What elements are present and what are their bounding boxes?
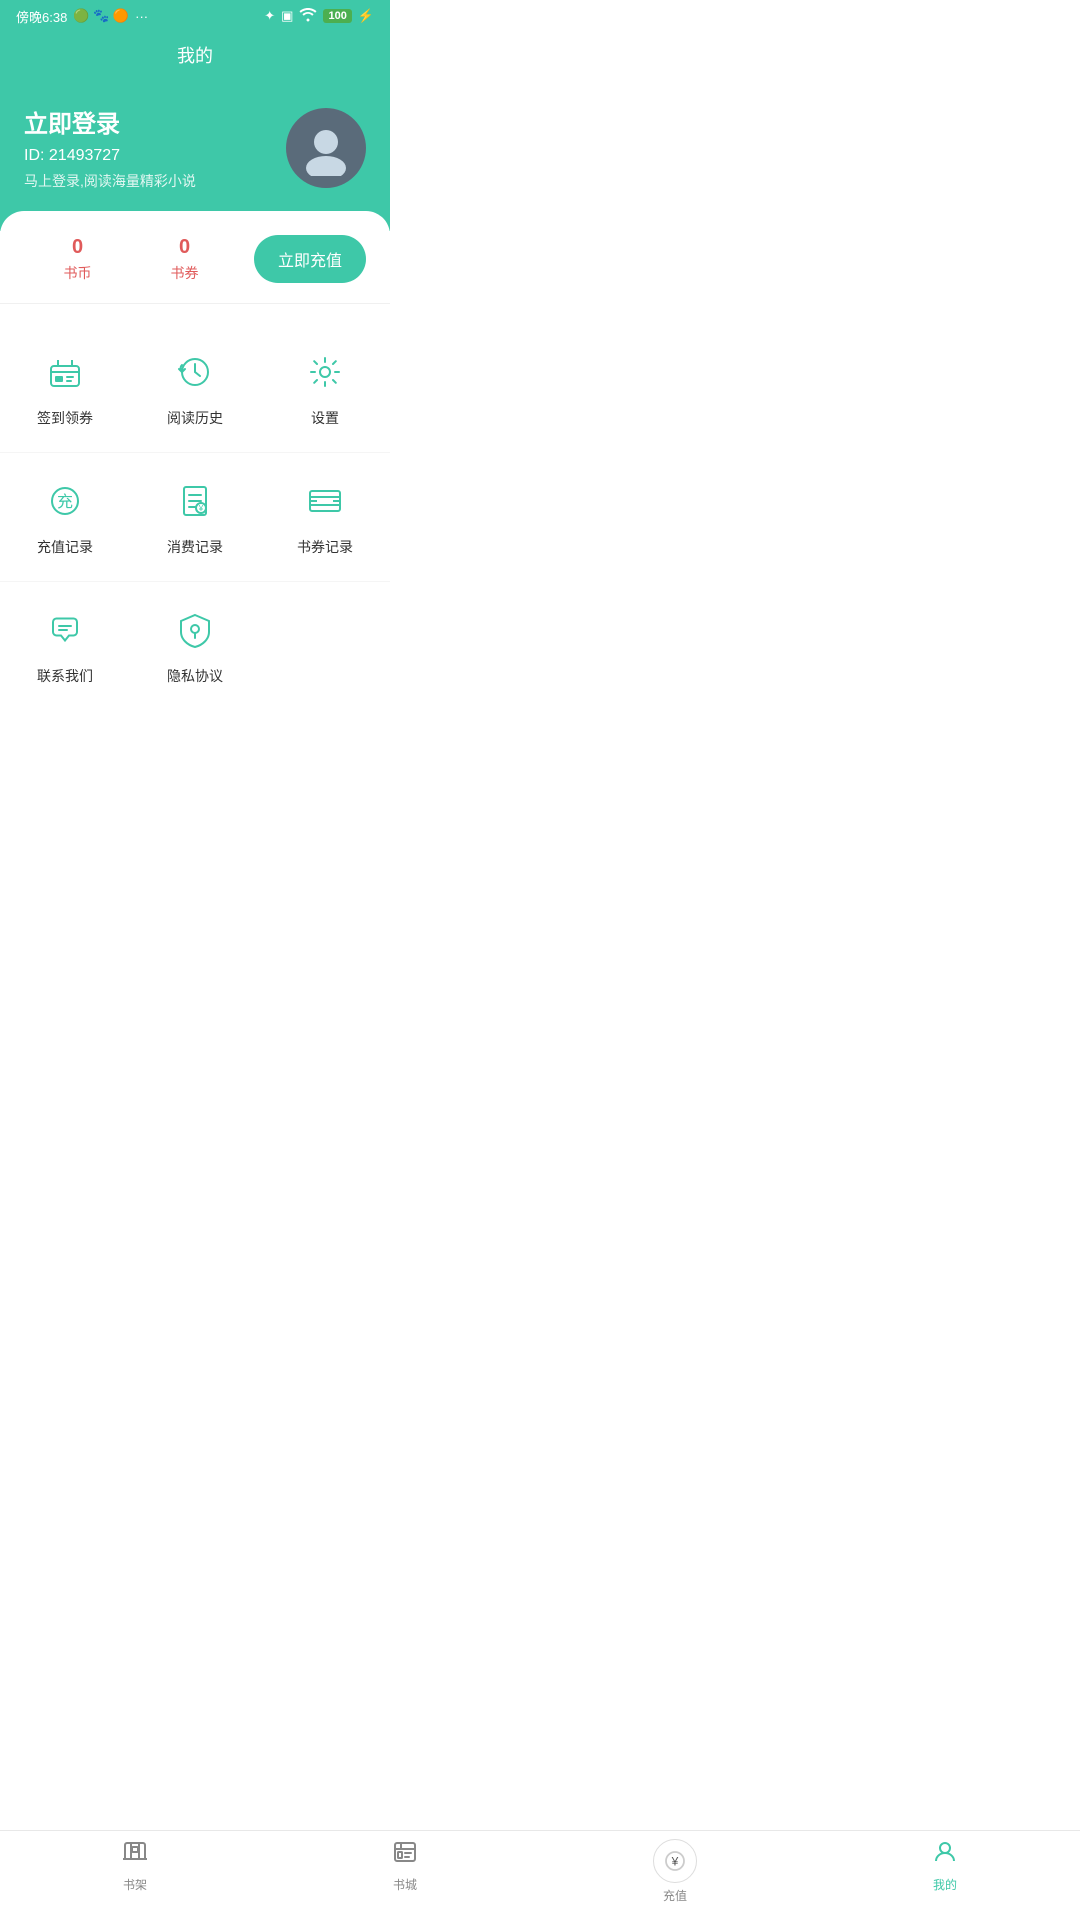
- menu-item-history[interactable]: 阅读历史: [130, 340, 260, 436]
- menu-item-recharge-history[interactable]: 充 充值记录: [0, 469, 130, 565]
- history-label: 阅读历史: [167, 408, 223, 428]
- voucher-history-icon: [301, 477, 349, 525]
- profile-section[interactable]: 立即登录 ID: 21493727 马上登录,阅读海量精彩小说: [0, 88, 390, 231]
- bluetooth-icon: ✦: [264, 8, 275, 24]
- privacy-icon: [171, 606, 219, 654]
- recharge-button[interactable]: 立即充值: [254, 235, 366, 283]
- status-time: 傍晚6:38: [16, 7, 67, 26]
- svg-text:¥: ¥: [198, 504, 204, 513]
- page-header: 我的: [0, 32, 390, 88]
- bottom-spacer: [0, 730, 390, 820]
- nav-recharge[interactable]: ¥ 充值: [643, 1839, 707, 1904]
- vouchers-stat: 0 书券: [131, 236, 238, 283]
- bookstore-nav-icon: [392, 1839, 418, 1872]
- bottom-nav: 书架 书城 ¥ 充值 我的: [0, 1830, 1080, 1920]
- profile-login-text: 立即登录: [24, 104, 196, 139]
- settings-icon: [301, 348, 349, 396]
- status-right: ✦ ▣ 100 ⚡: [264, 8, 374, 25]
- history-icon: [171, 348, 219, 396]
- vouchers-label: 书券: [131, 263, 238, 283]
- status-left: 傍晚6:38 🟢 🐾 🟠 ···: [16, 7, 148, 26]
- bookshelf-nav-icon: [122, 1839, 148, 1872]
- checkin-label: 签到领券: [37, 408, 93, 428]
- bookstore-nav-label: 书城: [393, 1876, 417, 1893]
- status-icons: 🟢 🐾 🟠: [73, 8, 129, 24]
- signal-icon: ▣: [281, 8, 293, 24]
- menu-item-checkin[interactable]: 签到领券: [0, 340, 130, 436]
- status-bar: 傍晚6:38 🟢 🐾 🟠 ··· ✦ ▣ 100 ⚡: [0, 0, 390, 32]
- profile-id: ID: 21493727: [24, 147, 196, 165]
- settings-label: 设置: [311, 408, 339, 428]
- recharge-history-icon: 充: [41, 477, 89, 525]
- checkin-icon: [41, 348, 89, 396]
- coins-stat: 0 书币: [24, 236, 131, 283]
- menu-item-contact[interactable]: 联系我们: [0, 598, 130, 694]
- consume-icon: ¥: [171, 477, 219, 525]
- charging-icon: ⚡: [358, 8, 374, 24]
- menu-item-voucher-history[interactable]: 书券记录: [260, 469, 390, 565]
- nav-bookshelf[interactable]: 书架: [103, 1839, 167, 1904]
- mine-nav-label: 我的: [933, 1876, 957, 1893]
- contact-label: 联系我们: [37, 666, 93, 686]
- profile-info: 立即登录 ID: 21493727 马上登录,阅读海量精彩小说: [24, 104, 196, 191]
- menu-row-1: 签到领券 阅读历史: [0, 324, 390, 453]
- svg-text:充: 充: [57, 493, 73, 511]
- coins-number: 0: [24, 236, 131, 259]
- menu-section: 签到领券 阅读历史: [0, 304, 390, 730]
- menu-item-consume[interactable]: ¥ 消费记录: [130, 469, 260, 565]
- recharge-nav-label: 充值: [663, 1887, 687, 1904]
- recharge-nav-icon: ¥: [653, 1839, 697, 1883]
- status-dots: ···: [135, 9, 148, 24]
- voucher-history-label: 书券记录: [297, 537, 353, 557]
- recharge-history-label: 充值记录: [37, 537, 93, 557]
- card-area: 0 书币 0 书券 立即充值 签到领券: [0, 211, 390, 820]
- bookshelf-nav-label: 书架: [123, 1876, 147, 1893]
- page-title: 我的: [177, 46, 213, 66]
- menu-item-settings[interactable]: 设置: [260, 340, 390, 436]
- nav-mine[interactable]: 我的: [913, 1839, 977, 1904]
- stats-row: 0 书币 0 书券 立即充值: [0, 235, 390, 304]
- menu-item-privacy[interactable]: 隐私协议: [130, 598, 260, 694]
- vouchers-number: 0: [131, 236, 238, 259]
- profile-desc: 马上登录,阅读海量精彩小说: [24, 171, 196, 191]
- contact-icon: [41, 606, 89, 654]
- menu-row-2: 充 充值记录 ¥ 消费记录: [0, 453, 390, 582]
- avatar[interactable]: [286, 108, 366, 188]
- privacy-label: 隐私协议: [167, 666, 223, 686]
- mine-nav-icon: [932, 1839, 958, 1872]
- svg-text:¥: ¥: [671, 1855, 679, 1869]
- nav-bookstore[interactable]: 书城: [373, 1839, 437, 1904]
- wifi-icon: [299, 8, 317, 25]
- coins-label: 书币: [24, 263, 131, 283]
- menu-row-3: 联系我们 隐私协议: [0, 582, 390, 710]
- consume-label: 消费记录: [167, 537, 223, 557]
- battery-icon: 100: [323, 9, 351, 23]
